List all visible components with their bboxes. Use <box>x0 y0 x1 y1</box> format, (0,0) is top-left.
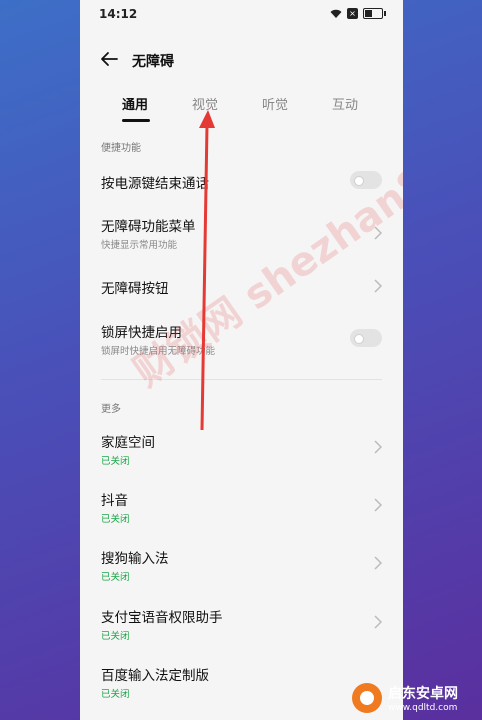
brand-logo-icon <box>352 683 382 713</box>
brand-badge: 启东安卓网 www.qdltd.com <box>352 678 482 718</box>
brand-name: 启东安卓网 <box>388 686 458 702</box>
annotation-arrow-icon <box>199 110 215 431</box>
brand-url: www.qdltd.com <box>388 703 458 713</box>
